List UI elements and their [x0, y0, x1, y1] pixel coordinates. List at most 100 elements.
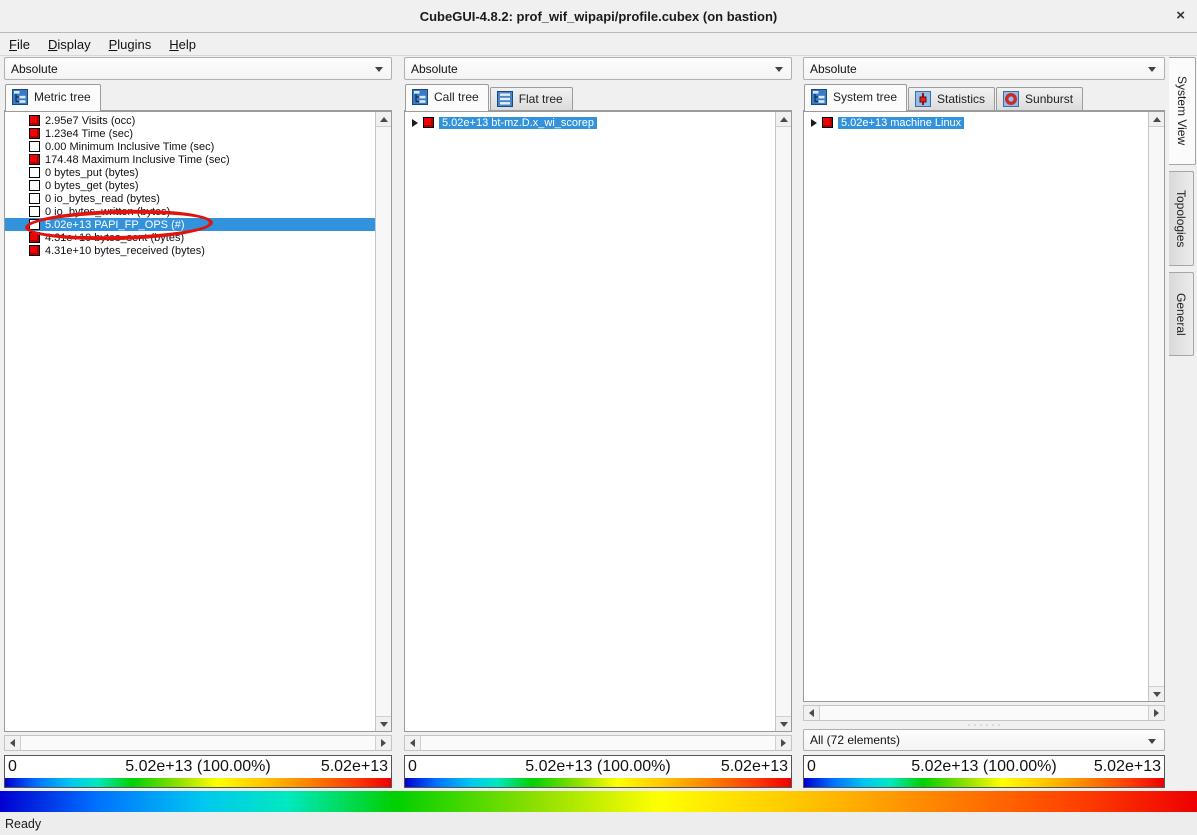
sunburst-icon	[1003, 91, 1019, 107]
scroll-up-icon[interactable]	[776, 112, 791, 127]
tab-label: Call tree	[434, 90, 479, 104]
metric-tree-row[interactable]: 2.95e7 Visits (occ)	[5, 114, 375, 127]
metric-label: 0 io_bytes_read (bytes)	[45, 193, 160, 205]
scrollbar-thumb[interactable]	[819, 706, 1149, 720]
metric-tree-content: 2.95e7 Visits (occ) 1.23e4 Time (sec) 0.…	[5, 112, 375, 731]
system-filter-label: All (72 elements)	[810, 733, 900, 747]
tab-sunburst[interactable]: Sunburst	[996, 87, 1083, 110]
scroll-left-icon[interactable]	[5, 736, 20, 750]
value-max: 5.02e+13	[1094, 758, 1161, 776]
scroll-down-icon[interactable]	[776, 716, 791, 731]
metric-label: 2.95e7 Visits (occ)	[45, 115, 135, 127]
call-panel: Absolute Call tree Flat tree	[404, 57, 792, 788]
metric-color-box	[29, 219, 40, 230]
system-filter-combo[interactable]: All (72 elements)	[803, 729, 1165, 751]
metric-color-box	[29, 232, 40, 243]
tab-flat-tree[interactable]: Flat tree	[490, 87, 573, 110]
side-tab-general[interactable]: General	[1169, 272, 1194, 356]
metric-tree-row[interactable]: 0 io_bytes_written (bytes)	[5, 205, 375, 218]
tree-icon	[12, 89, 28, 105]
call-value-bar: 0 5.02e+13 (100.00%) 5.02e+13	[404, 755, 792, 788]
metric-tree-row[interactable]: 1.23e4 Time (sec)	[5, 127, 375, 140]
scroll-down-icon[interactable]	[1149, 686, 1164, 701]
scroll-right-icon[interactable]	[1149, 706, 1164, 720]
metric-value-mode-combo[interactable]: Absolute	[4, 57, 392, 80]
metric-tree-row[interactable]: 0 bytes_put (bytes)	[5, 166, 375, 179]
system-color-box	[822, 117, 833, 128]
system-vertical-scrollbar[interactable]	[1148, 112, 1164, 701]
side-tab-system-view[interactable]: System View	[1169, 57, 1196, 165]
expand-arrow-icon[interactable]	[412, 119, 418, 127]
tab-statistics[interactable]: Statistics	[908, 87, 995, 110]
scroll-down-icon[interactable]	[376, 716, 391, 731]
call-tree-row-selected[interactable]: 5.02e+13 bt-mz.D.x_wi_scorep	[405, 115, 775, 130]
metric-tree-row[interactable]: 0 io_bytes_read (bytes)	[5, 192, 375, 205]
system-value-bar: 0 5.02e+13 (100.00%) 5.02e+13	[803, 755, 1165, 788]
menu-help[interactable]: Help	[160, 35, 205, 54]
metric-color-box	[29, 193, 40, 204]
metric-tabbar: Metric tree	[4, 84, 392, 111]
status-text: Ready	[5, 817, 41, 831]
scroll-right-icon[interactable]	[776, 736, 791, 750]
chevron-down-icon	[1148, 739, 1156, 744]
call-vertical-scrollbar[interactable]	[775, 112, 791, 731]
call-horizontal-scrollbar[interactable]	[404, 735, 792, 751]
metric-color-box	[29, 167, 40, 178]
tab-system-tree[interactable]: System tree	[804, 84, 907, 111]
system-tree-row-selected[interactable]: 5.02e+13 machine Linux	[804, 115, 1148, 130]
title-bar: CubeGUI-4.8.2: prof_wif_wipapi/profile.c…	[0, 0, 1197, 33]
metric-color-box	[29, 180, 40, 191]
scroll-right-icon[interactable]	[376, 736, 391, 750]
scrollbar-thumb[interactable]	[420, 736, 776, 750]
metric-label: 0 io_bytes_written (bytes)	[45, 206, 170, 218]
metric-tree: 2.95e7 Visits (occ) 1.23e4 Time (sec) 0.…	[4, 111, 392, 732]
tree-icon	[811, 89, 827, 105]
tab-call-tree[interactable]: Call tree	[405, 84, 489, 111]
metric-tree-row-selected[interactable]: 5.02e+13 PAPI_FP_OPS (#)	[5, 218, 375, 231]
system-value-mode-label: Absolute	[810, 62, 857, 76]
tab-label: Sunburst	[1025, 92, 1073, 106]
metric-label: 4.31e+10 bytes_sent (bytes)	[45, 232, 184, 244]
value-row: 0 5.02e+13 (100.00%) 5.02e+13	[5, 756, 391, 778]
metric-tree-row[interactable]: 4.31e+10 bytes_sent (bytes)	[5, 231, 375, 244]
scroll-up-icon[interactable]	[1149, 112, 1164, 127]
splitter-handle[interactable]	[803, 721, 1165, 729]
call-value-mode-combo[interactable]: Absolute	[404, 57, 792, 80]
call-tree-content: 5.02e+13 bt-mz.D.x_wi_scorep	[405, 112, 775, 731]
metric-color-box	[29, 206, 40, 217]
system-tree: 5.02e+13 machine Linux	[803, 111, 1165, 702]
menu-file[interactable]: File	[0, 35, 39, 54]
scroll-up-icon[interactable]	[376, 112, 391, 127]
tab-label: Flat tree	[519, 92, 563, 106]
colormap-strip	[405, 778, 791, 787]
metric-label: 0 bytes_get (bytes)	[45, 180, 139, 192]
metric-vertical-scrollbar[interactable]	[375, 112, 391, 731]
metric-tree-row[interactable]: 4.31e+10 bytes_received (bytes)	[5, 244, 375, 257]
scrollbar-thumb[interactable]	[20, 736, 376, 750]
status-bar: Ready	[0, 812, 1197, 835]
expand-arrow-icon[interactable]	[811, 119, 817, 127]
side-tab-topologies[interactable]: Topologies	[1169, 171, 1194, 266]
system-tabbar: System tree Statistics Sunburst	[803, 84, 1165, 111]
scroll-left-icon[interactable]	[804, 706, 819, 720]
call-label: 5.02e+13 bt-mz.D.x_wi_scorep	[439, 117, 597, 129]
scroll-left-icon[interactable]	[405, 736, 420, 750]
system-horizontal-scrollbar[interactable]	[803, 705, 1165, 721]
system-value-mode-combo[interactable]: Absolute	[803, 57, 1165, 80]
tab-metric-tree[interactable]: Metric tree	[5, 84, 101, 111]
metric-tree-row[interactable]: 0 bytes_get (bytes)	[5, 179, 375, 192]
chevron-down-icon	[775, 67, 783, 72]
metric-tree-row[interactable]: 0.00 Minimum Inclusive Time (sec)	[5, 140, 375, 153]
window-title: CubeGUI-4.8.2: prof_wif_wipapi/profile.c…	[0, 9, 1197, 24]
metric-tree-row[interactable]: 174.48 Maximum Inclusive Time (sec)	[5, 153, 375, 166]
close-icon[interactable]: ×	[1176, 8, 1185, 24]
tree-icon	[412, 89, 428, 105]
metric-label: 4.31e+10 bytes_received (bytes)	[45, 245, 205, 257]
menu-plugins[interactable]: Plugins	[100, 35, 161, 54]
colormap-strip	[5, 778, 391, 787]
metric-horizontal-scrollbar[interactable]	[4, 735, 392, 751]
value-row: 0 5.02e+13 (100.00%) 5.02e+13	[405, 756, 791, 778]
system-panel: Absolute System tree Statistics	[803, 57, 1165, 788]
menu-display[interactable]: Display	[39, 35, 100, 54]
metric-panel: Absolute Metric tree 2.95e7 Visits (occ)…	[4, 57, 392, 788]
